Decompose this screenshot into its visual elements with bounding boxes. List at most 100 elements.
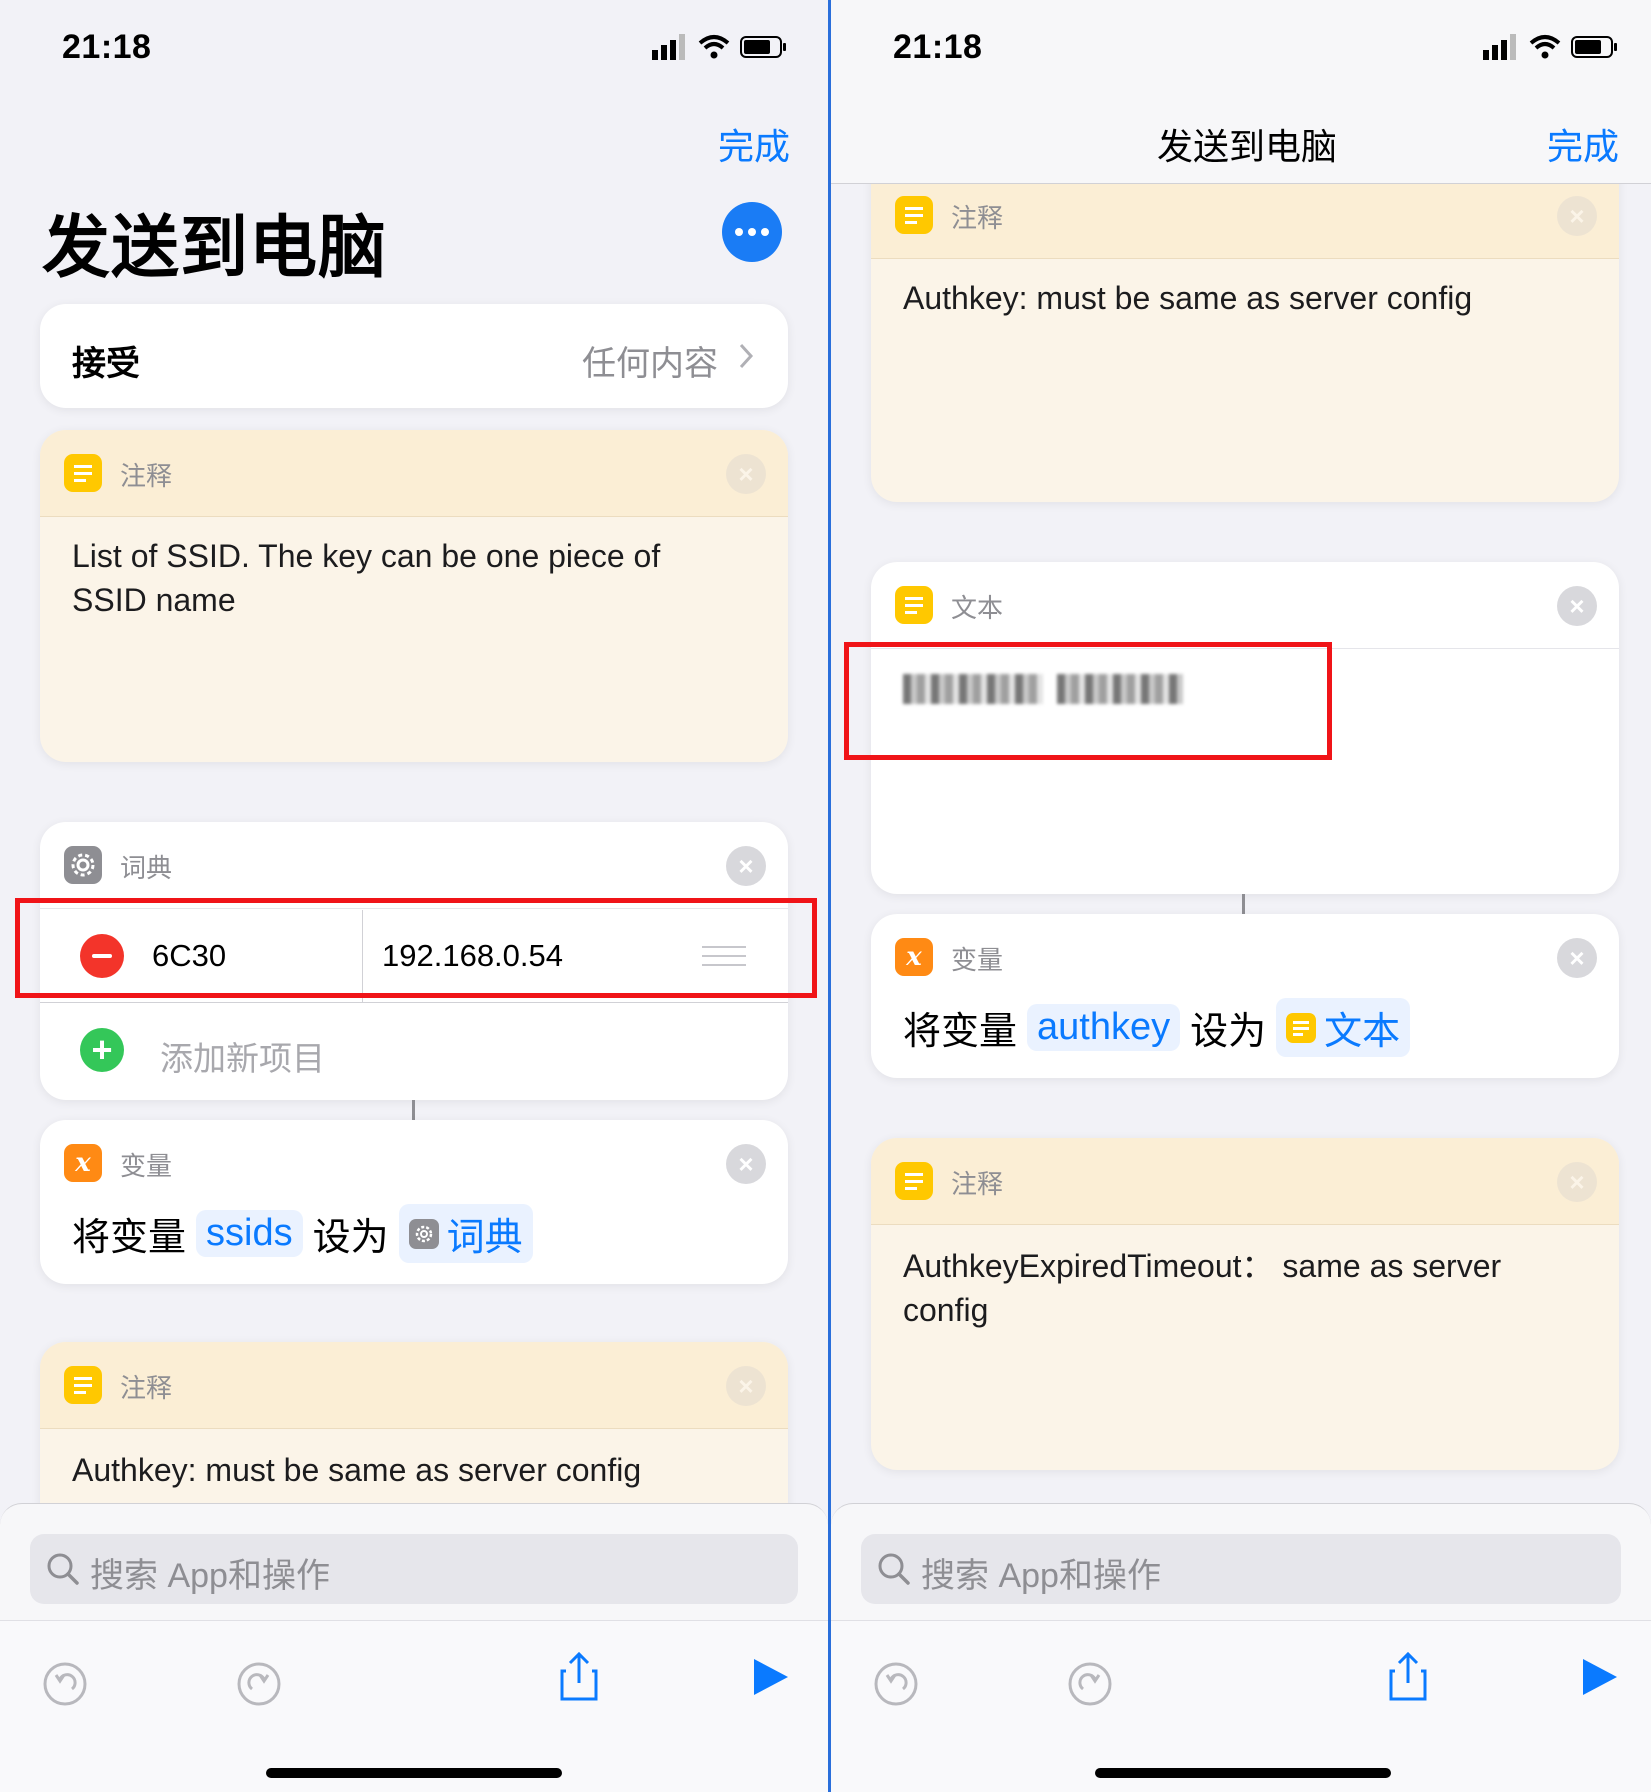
add-item-icon[interactable]: + xyxy=(80,1028,124,1072)
action-search-sheet: 搜索 App和操作 xyxy=(831,1503,1651,1792)
close-icon[interactable]: × xyxy=(726,1144,766,1184)
more-options-button[interactable] xyxy=(722,202,782,262)
left-phone-screen: 21:18 完成 发送到电脑 接受 任何内容 注释 × List of SSID… xyxy=(0,0,828,1792)
variable-name-token[interactable]: ssids xyxy=(196,1210,303,1257)
signal-icon xyxy=(652,34,685,60)
close-icon[interactable]: × xyxy=(1557,938,1597,978)
close-icon[interactable]: × xyxy=(726,1366,766,1406)
search-icon xyxy=(878,1553,910,1585)
search-icon xyxy=(47,1553,79,1585)
note-icon xyxy=(1286,1012,1317,1043)
set-variable-action-card[interactable]: x 变量 × 将变量 authkey 设为 文本 xyxy=(871,914,1619,1078)
navigation-bar: 21:18 发送到电脑 完成 xyxy=(831,0,1651,184)
variable-icon: x xyxy=(895,938,933,976)
variable-icon: x xyxy=(64,1144,102,1182)
comment-text[interactable]: List of SSID. The key can be one piece o… xyxy=(72,534,756,622)
done-button[interactable]: 完成 xyxy=(1547,118,1619,170)
screenshot-stage: 21:18 完成 发送到电脑 接受 任何内容 注释 × List of SSID… xyxy=(0,0,1651,1792)
card-header: 词典 × xyxy=(40,822,788,909)
chevron-right-icon xyxy=(739,343,754,369)
card-title: 词典 xyxy=(120,853,173,883)
comment-text-line: AuthkeyExpiredTimeout： same as server xyxy=(903,1248,1502,1284)
status-time: 21:18 xyxy=(62,28,152,66)
gear-icon xyxy=(64,846,102,884)
add-item-label[interactable]: 添加新项目 xyxy=(160,1032,325,1080)
close-icon[interactable]: × xyxy=(1557,586,1597,626)
card-title: 注释 xyxy=(951,203,1004,233)
variable-value-token[interactable]: 文本 xyxy=(1276,998,1411,1057)
home-indicator xyxy=(266,1768,562,1778)
search-placeholder: 搜索 App和操作 xyxy=(921,1557,1161,1595)
battery-icon xyxy=(740,36,786,58)
accept-label: 接受 xyxy=(72,345,140,383)
editor-toolbar xyxy=(0,1620,828,1792)
done-button[interactable]: 完成 xyxy=(718,118,790,170)
search-field[interactable]: 搜索 App和操作 xyxy=(861,1534,1621,1604)
variable-value-token[interactable]: 词典 xyxy=(398,1204,533,1263)
comment-text[interactable]: AuthkeyExpiredTimeout： same as server co… xyxy=(903,1244,1587,1332)
accept-input-row[interactable]: 接受 任何内容 xyxy=(40,304,788,408)
status-time: 21:18 xyxy=(893,28,983,66)
redo-icon[interactable] xyxy=(1067,1661,1113,1707)
highlight-box xyxy=(844,642,1332,760)
page-title: 发送到电脑 xyxy=(42,210,388,286)
note-icon xyxy=(64,454,102,492)
card-title: 注释 xyxy=(120,461,173,491)
close-icon[interactable]: × xyxy=(1557,1162,1597,1202)
gear-icon xyxy=(408,1218,439,1249)
card-header: 文本 × xyxy=(871,562,1619,649)
sentence-prefix: 将变量 xyxy=(903,1011,1018,1053)
comment-text-line: config xyxy=(903,1292,989,1328)
status-icons xyxy=(652,34,788,60)
highlight-box xyxy=(15,898,817,998)
status-icons xyxy=(1483,34,1619,60)
play-icon[interactable] xyxy=(1581,1657,1619,1697)
share-icon[interactable] xyxy=(558,1651,600,1703)
nav-title: 发送到电脑 xyxy=(1157,126,1338,167)
comment-text[interactable]: Authkey: must be same as server config xyxy=(903,276,1587,320)
card-header: 注释 × xyxy=(40,1342,788,1429)
close-icon[interactable]: × xyxy=(1557,196,1597,236)
card-title: 变量 xyxy=(951,945,1004,975)
note-icon xyxy=(895,196,933,234)
card-title: 注释 xyxy=(120,1373,173,1403)
close-icon[interactable]: × xyxy=(726,846,766,886)
connector-line xyxy=(1242,894,1245,914)
note-icon xyxy=(895,586,933,624)
right-phone-screen: 注释 × Authkey: must be same as server con… xyxy=(831,0,1651,1792)
card-title: 变量 xyxy=(120,1151,173,1181)
undo-icon[interactable] xyxy=(873,1661,919,1707)
signal-icon xyxy=(1483,34,1516,60)
variable-sentence: 将变量 authkey 设为 文本 xyxy=(903,998,1411,1057)
card-header: 注释 × xyxy=(871,1138,1619,1225)
set-variable-action-card[interactable]: x 变量 × 将变量 ssids 设为 词典 xyxy=(40,1120,788,1284)
battery-icon xyxy=(1571,36,1617,58)
sentence-prefix: 将变量 xyxy=(72,1217,187,1259)
sentence-mid: 设为 xyxy=(312,1217,389,1259)
comment-action-card[interactable]: 注释 × List of SSID. The key can be one pi… xyxy=(40,430,788,762)
editor-toolbar xyxy=(831,1620,1651,1792)
share-icon[interactable] xyxy=(1387,1651,1429,1703)
connector-line xyxy=(412,1100,415,1120)
variable-name-token[interactable]: authkey xyxy=(1027,1004,1181,1051)
comment-text-line: List of SSID. The key can be one piece o… xyxy=(72,538,661,574)
card-title: 注释 xyxy=(951,1169,1004,1199)
note-icon xyxy=(64,1366,102,1404)
wifi-icon xyxy=(1529,35,1561,59)
search-field[interactable]: 搜索 App和操作 xyxy=(30,1534,798,1604)
comment-text[interactable]: Authkey: must be same as server config xyxy=(72,1448,756,1492)
redo-icon[interactable] xyxy=(236,1661,282,1707)
comment-action-card[interactable]: 注释 × Authkey: must be same as server con… xyxy=(871,150,1619,502)
note-icon xyxy=(895,1162,933,1200)
card-header: 注释 × xyxy=(40,430,788,517)
search-placeholder: 搜索 App和操作 xyxy=(90,1557,330,1595)
undo-icon[interactable] xyxy=(42,1661,88,1707)
sentence-mid: 设为 xyxy=(1190,1011,1267,1053)
action-search-sheet: 搜索 App和操作 xyxy=(0,1503,828,1792)
play-icon[interactable] xyxy=(752,1657,790,1697)
accept-value: 任何内容 xyxy=(582,345,718,383)
home-indicator xyxy=(1095,1768,1391,1778)
comment-text-line: SSID name xyxy=(72,582,236,618)
comment-action-card[interactable]: 注释 × AuthkeyExpiredTimeout： same as serv… xyxy=(871,1138,1619,1470)
close-icon[interactable]: × xyxy=(726,454,766,494)
